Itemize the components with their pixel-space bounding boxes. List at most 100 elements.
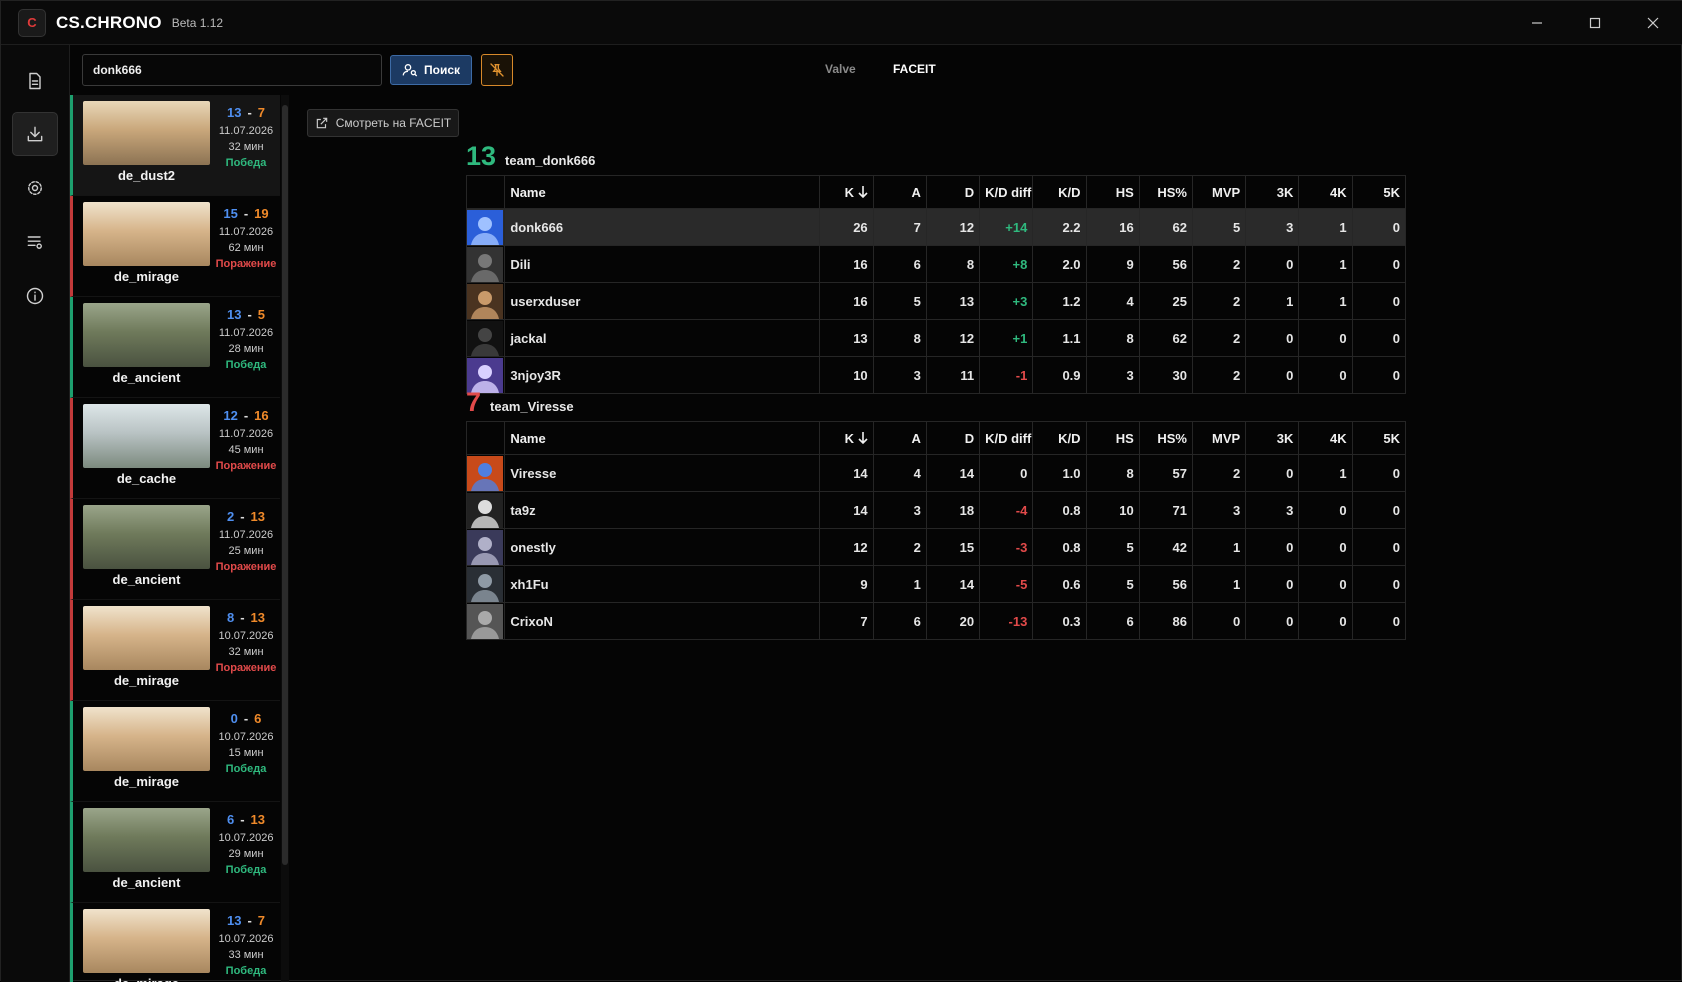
player-name[interactable]: Dili xyxy=(504,245,821,283)
gear-icon xyxy=(28,181,42,195)
column-header-label: Name xyxy=(510,430,546,446)
team-stats-table: Name K A D K/D diff K/D HS HS% MVP 3K 4K 5K donk666… xyxy=(465,175,1407,394)
match-result: Победа xyxy=(225,763,267,775)
match-date: 10.07.2026 xyxy=(218,731,274,743)
map-name: de_ancient xyxy=(112,370,181,385)
match-score: 12-16 xyxy=(210,408,280,423)
column-header[interactable]: 3K xyxy=(1245,175,1300,209)
view-on-faceit-button[interactable]: Смотреть на FACEIT xyxy=(307,109,459,137)
column-header[interactable]: A xyxy=(872,175,927,209)
tab-valve[interactable]: Valve xyxy=(825,62,856,76)
match-date: 11.07.2026 xyxy=(218,529,274,541)
search-input[interactable] xyxy=(82,54,382,86)
score-team-a: 13 xyxy=(226,105,242,120)
column-header[interactable]: MVP xyxy=(1191,421,1247,455)
column-header[interactable]: K/D diff xyxy=(979,421,1034,455)
column-header[interactable]: MVP xyxy=(1191,175,1247,209)
table-row[interactable]: userxduser 16 5 13 +3 1.2 4 25 2 1 1 0 xyxy=(465,282,1407,320)
match-list-item[interactable]: de_mirage 0-6 10.07.2026 15 мин Победа xyxy=(70,701,280,802)
column-header[interactable]: HS xyxy=(1085,175,1140,209)
column-header[interactable]: Name xyxy=(504,175,821,209)
match-list-item[interactable]: de_mirage 13-7 10.07.2026 33 мин Победа xyxy=(70,903,280,982)
nav-info[interactable] xyxy=(12,274,58,318)
headshots: 5 xyxy=(1085,528,1140,566)
nav-settings[interactable] xyxy=(12,166,58,210)
headshots: 8 xyxy=(1085,454,1140,492)
tab-faceit[interactable]: FACEIT xyxy=(893,62,936,76)
match-score: 13-5 xyxy=(210,307,280,322)
match-list-item[interactable]: de_cache 12-16 11.07.2026 45 мин Поражение xyxy=(70,398,280,499)
maximize-icon[interactable] xyxy=(1566,1,1624,45)
player-name[interactable]: jackal xyxy=(504,319,821,357)
player-name[interactable]: xh1Fu xyxy=(504,565,821,603)
4k: 1 xyxy=(1298,245,1353,283)
close-icon[interactable] xyxy=(1624,1,1682,45)
column-header[interactable]: K xyxy=(819,421,874,455)
nav-download[interactable] xyxy=(12,112,58,156)
mvp: 5 xyxy=(1191,208,1247,246)
column-header[interactable]: K/D xyxy=(1032,421,1087,455)
kd-diff: -3 xyxy=(979,528,1034,566)
match-list-item[interactable]: de_ancient 13-5 11.07.2026 28 мин Победа xyxy=(70,297,280,398)
column-header[interactable]: 3K xyxy=(1245,421,1300,455)
column-header[interactable]: HS% xyxy=(1138,421,1193,455)
table-header-row: Name K A D K/D diff K/D HS HS% MVP 3K 4K 5K xyxy=(465,421,1407,455)
column-header[interactable]: 5K xyxy=(1351,175,1407,209)
download-icon xyxy=(27,126,43,142)
column-header[interactable]: D xyxy=(925,421,981,455)
column-header[interactable]: HS xyxy=(1085,421,1140,455)
table-row[interactable]: jackal 13 8 12 +1 1.1 8 62 2 0 0 0 xyxy=(465,319,1407,357)
column-header[interactable]: 4K xyxy=(1298,175,1353,209)
nav-list-settings[interactable] xyxy=(12,220,58,264)
column-header[interactable]: K/D diff xyxy=(979,175,1034,209)
match-list-item[interactable]: de_ancient 6-13 10.07.2026 29 мин Победа xyxy=(70,802,280,903)
table-row[interactable]: Viresse 14 4 14 0 1.0 8 57 2 0 1 0 xyxy=(465,454,1407,492)
kd-diff: -1 xyxy=(979,356,1034,394)
unpin-button[interactable] xyxy=(481,54,513,86)
map-thumbnail xyxy=(83,909,210,973)
minimize-icon[interactable] xyxy=(1508,1,1566,45)
kd-ratio: 0.8 xyxy=(1032,491,1087,529)
match-list-item[interactable]: de_dust2 13-7 11.07.2026 32 мин Победа xyxy=(70,95,280,196)
player-name[interactable]: donk666 xyxy=(504,208,821,246)
score-team-b: 13 xyxy=(250,610,266,625)
column-header-label: A xyxy=(911,430,921,446)
table-row[interactable]: onestly 12 2 15 -3 0.8 5 42 1 0 0 0 xyxy=(465,528,1407,566)
column-header[interactable]: HS% xyxy=(1138,175,1193,209)
table-row[interactable]: ta9z 14 3 18 -4 0.8 10 71 3 3 0 0 xyxy=(465,491,1407,529)
deaths: 12 xyxy=(925,319,981,357)
column-header[interactable]: 5K xyxy=(1351,421,1407,455)
column-header[interactable]: D xyxy=(925,175,981,209)
player-name[interactable]: userxduser xyxy=(504,282,821,320)
table-row[interactable]: Dili 16 6 8 +8 2.0 9 56 2 0 1 0 xyxy=(465,245,1407,283)
column-header[interactable]: K/D xyxy=(1032,175,1087,209)
match-list-item[interactable]: de_mirage 8-13 10.07.2026 32 мин Поражение xyxy=(70,600,280,701)
table-row[interactable]: CrixoN 7 6 20 -13 0.3 6 86 0 0 0 0 xyxy=(465,602,1407,640)
kd-diff: +14 xyxy=(979,208,1034,246)
match-score: 13-7 xyxy=(210,913,280,928)
player-name[interactable]: ta9z xyxy=(504,491,821,529)
column-header[interactable]: Name xyxy=(504,421,821,455)
match-list-item[interactable]: de_mirage 15-19 11.07.2026 62 мин Поражение xyxy=(70,196,280,297)
player-name[interactable]: Viresse xyxy=(504,454,821,492)
table-row[interactable]: donk666 26 7 12 +14 2.2 16 62 5 3 1 0 xyxy=(465,208,1407,246)
column-header[interactable]: A xyxy=(872,421,927,455)
search-button[interactable]: Поиск xyxy=(390,55,472,85)
table-row[interactable]: 3njoy3R 10 3 11 -1 0.9 3 30 2 0 0 0 xyxy=(465,356,1407,394)
score-team-b: 16 xyxy=(254,408,269,423)
nav-document[interactable] xyxy=(12,59,58,103)
app-window: C CS.CHRONO Beta 1.12 donk666 Поиск Valv… xyxy=(0,0,1682,982)
column-header-label: K/D diff xyxy=(985,184,1032,200)
player-name[interactable]: onestly xyxy=(504,528,821,566)
player-name[interactable]: CrixoN xyxy=(504,602,821,640)
table-row[interactable]: xh1Fu 9 1 14 -5 0.6 5 56 1 0 0 0 xyxy=(465,565,1407,603)
kills: 13 xyxy=(819,319,874,357)
kd-ratio: 1.0 xyxy=(1032,454,1087,492)
column-header[interactable]: K xyxy=(819,175,874,209)
match-list-item[interactable]: de_ancient 2-13 11.07.2026 25 мин Поражение xyxy=(70,499,280,600)
column-header[interactable]: 4K xyxy=(1298,421,1353,455)
scrollbar-thumb[interactable] xyxy=(282,105,288,865)
assists: 3 xyxy=(872,356,927,394)
column-header-label: D xyxy=(964,184,975,200)
match-duration: 33 мин xyxy=(228,949,264,961)
